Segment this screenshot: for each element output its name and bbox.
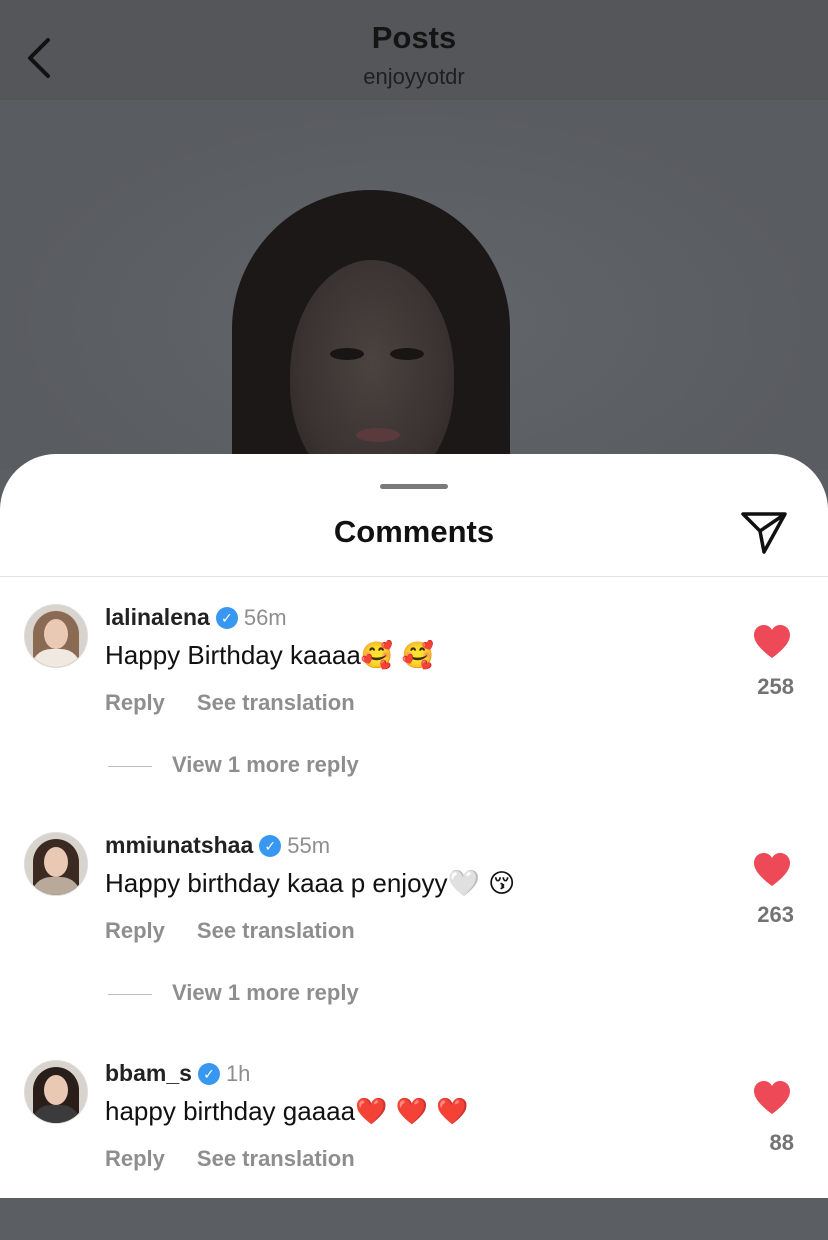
comment-actions: Reply See translation — [105, 690, 387, 716]
emoji: ❤️ ❤️ ❤️ — [355, 1097, 469, 1127]
reply-button[interactable]: Reply — [105, 690, 165, 715]
view-more-replies[interactable]: View 1 more reply — [108, 980, 359, 1006]
drag-handle[interactable] — [380, 484, 448, 489]
comment-text: Happy Birthday kaaaa🥰 🥰 — [105, 640, 434, 671]
comments-title: Comments — [333, 514, 495, 549]
see-translation-button[interactable]: See translation — [197, 690, 355, 715]
comment-item: lalinalena ✓ 56m Happy Birthday kaaaa🥰 🥰 R… — [0, 604, 828, 784]
heart-icon[interactable] — [752, 624, 792, 660]
like-count: 258 — [757, 674, 794, 699]
avatar[interactable] — [24, 1060, 88, 1124]
post-photo — [0, 100, 828, 470]
comments-sheet: Comments lalinalena ✓ 56m Happy Birthday k… — [0, 454, 828, 1198]
comment-time: 1h — [225, 1061, 251, 1086]
comment-text: happy birthday gaaaa❤️ ❤️ ❤️ — [105, 1096, 469, 1127]
verified-icon: ✓ — [215, 607, 238, 629]
comment-actions: Reply See translation — [105, 1146, 387, 1172]
top-bar: Posts enjoyyotdr — [0, 0, 828, 100]
avatar[interactable] — [24, 604, 88, 668]
emoji: 🥰 🥰 — [360, 641, 434, 671]
paper-plane-icon[interactable] — [740, 510, 788, 554]
like-count: 88 — [769, 1130, 794, 1155]
comment-actions: Reply See translation — [105, 918, 387, 944]
comment-time: 56m — [243, 605, 287, 630]
see-translation-button[interactable]: See translation — [197, 918, 355, 943]
view-more-replies[interactable]: View 1 more reply — [108, 752, 359, 778]
comment-item: bbam_s ✓ 1h happy birthday gaaaa❤️ ❤️ ❤️ R… — [0, 1060, 828, 1240]
comment-username[interactable]: mmiunatshaa ✓ 55m — [105, 832, 330, 859]
page-title: Posts — [371, 20, 457, 55]
verified-icon: ✓ — [197, 1063, 220, 1085]
heart-icon[interactable] — [752, 852, 792, 888]
reply-button[interactable]: Reply — [105, 918, 165, 943]
comment-item: mmiunatshaa ✓ 55m Happy birthday kaaa p en… — [0, 832, 828, 1012]
divider — [0, 576, 828, 577]
comment-text: Happy birthday kaaa p enjoyy🤍 😚 — [105, 868, 516, 899]
comment-username[interactable]: bbam_s ✓ 1h — [105, 1060, 250, 1087]
see-translation-button[interactable]: See translation — [197, 1146, 355, 1171]
verified-icon: ✓ — [259, 835, 282, 857]
avatar[interactable] — [24, 832, 88, 896]
comment-username[interactable]: lalinalena ✓ 56m — [105, 604, 287, 631]
like-count: 263 — [757, 902, 794, 927]
reply-button[interactable]: Reply — [105, 1146, 165, 1171]
emoji: 🤍 😚 — [447, 869, 516, 899]
page-subtitle: enjoyyotdr — [363, 64, 465, 89]
comment-time: 55m — [287, 833, 331, 858]
heart-icon[interactable] — [752, 1080, 792, 1116]
